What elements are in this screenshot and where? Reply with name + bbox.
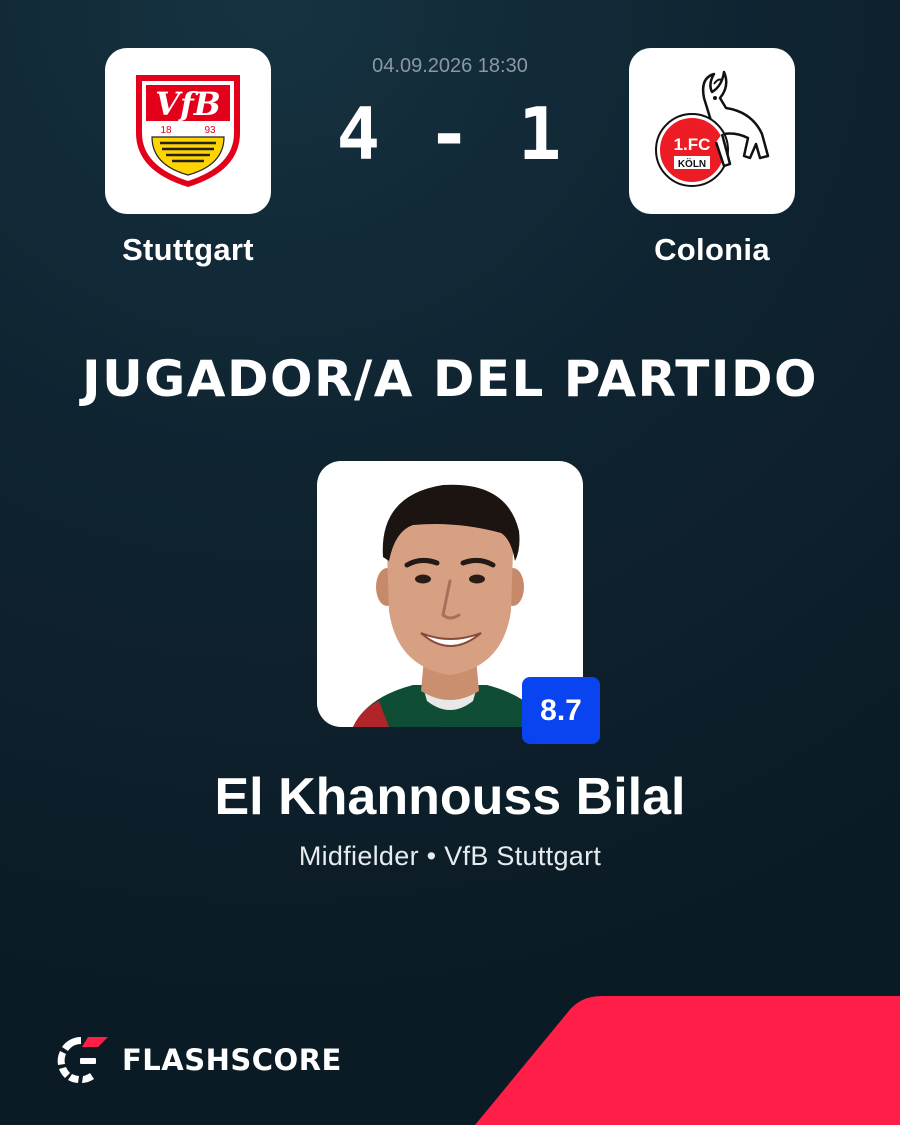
flashscore-brand[interactable]: FLASHSCORE: [54, 1033, 342, 1087]
koln-crest-text: 1.FC: [674, 135, 711, 154]
flashscore-logo-icon: [57, 1037, 108, 1083]
match-datetime: 04.09.2026 18:30: [372, 55, 528, 77]
fc-koln-crest-icon: 1.FC KÖLN: [655, 70, 770, 187]
home-team-logo[interactable]: VfB 18 93: [105, 48, 271, 214]
koln-crest-subtext: KÖLN: [678, 157, 706, 170]
match-score: 4 - 1: [336, 92, 564, 176]
player-rating-badge: 8.7: [522, 677, 600, 744]
vfb-stuttgart-crest-icon: VfB 18 93: [136, 75, 240, 187]
svg-text:93: 93: [204, 125, 216, 136]
player-of-the-match-heading: JUGADOR/A DEL PARTIDO: [82, 350, 818, 408]
home-team-name[interactable]: Stuttgart: [58, 232, 318, 268]
player-name[interactable]: El Khannouss Bilal: [0, 767, 900, 827]
svg-text:18: 18: [160, 125, 172, 136]
flashscore-wordmark: FLASHSCORE: [122, 1043, 342, 1077]
player-position-and-club: Midfielder • VfB Stuttgart: [298, 841, 602, 871]
away-team-logo[interactable]: 1.FC KÖLN: [629, 48, 795, 214]
away-team-name[interactable]: Colonia: [582, 232, 842, 268]
vfb-crest-text: VfB: [155, 85, 221, 123]
